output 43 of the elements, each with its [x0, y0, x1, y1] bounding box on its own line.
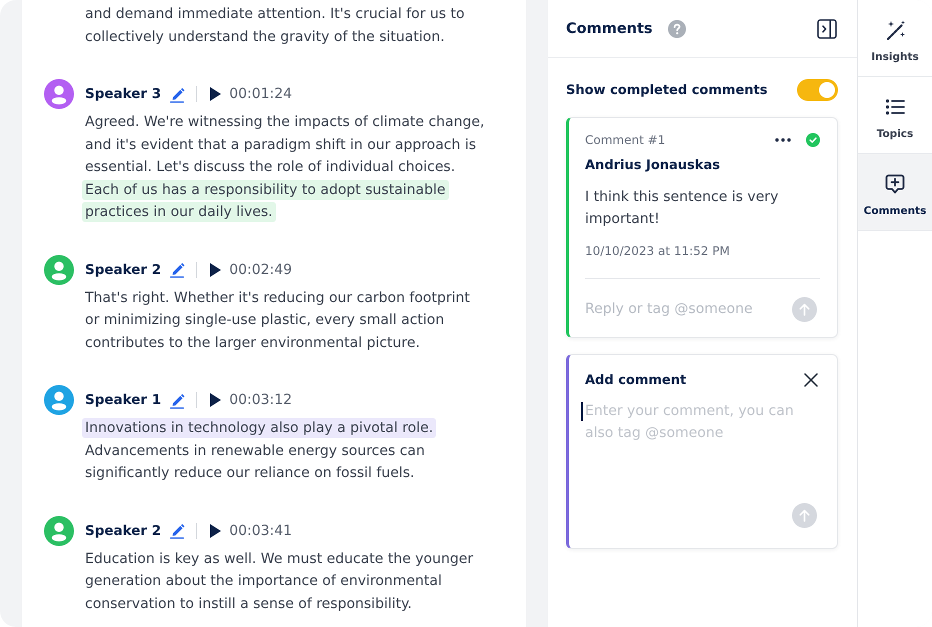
- speaker-name: Speaker 2: [85, 522, 162, 538]
- play-icon[interactable]: [210, 393, 222, 407]
- more-options-icon[interactable]: [775, 138, 791, 142]
- check-circle-icon[interactable]: [806, 133, 820, 147]
- play-icon[interactable]: [210, 87, 222, 101]
- transcript-text: and demand immediate attention. It's crucial for us to collectively understand the gravity of the situation.: [85, 6, 465, 44]
- toggle-label: Show completed comments: [566, 82, 768, 98]
- timestamp: 00:03:12: [229, 392, 292, 408]
- speaker-name: Speaker 1: [85, 392, 162, 408]
- pencil-icon[interactable]: [169, 392, 186, 408]
- comment-input[interactable]: Enter your comment, you can also tag @someone: [585, 400, 820, 490]
- timestamp: 00:01:24: [229, 86, 292, 102]
- comment-author: Andrius Jonauskas: [585, 157, 721, 175]
- magic-wand-icon: [884, 19, 906, 41]
- panel-collapse-icon[interactable]: [817, 18, 837, 38]
- comment-number: Comment #1: [585, 133, 666, 147]
- play-icon[interactable]: [210, 524, 222, 538]
- close-icon[interactable]: [804, 373, 818, 387]
- arrow-up-icon: [799, 509, 810, 522]
- transcript-text: Education is key as well. We must educate the younger generation about the importance of environmental conservation to instill a sense of responsibility.: [85, 550, 474, 612]
- speaker-name: Speaker 2: [85, 262, 162, 278]
- speaker-name: Speaker 3: [85, 86, 162, 102]
- arrow-up-icon: [799, 302, 810, 316]
- panel-title: Comments: [566, 20, 653, 36]
- reply-field[interactable]: Reply or tag @someone: [585, 297, 792, 321]
- comment-plus-icon: [884, 173, 906, 195]
- sidebar-tab[interactable]: Insights: [858, 0, 932, 77]
- new-comment-box[interactable]: Add comment Enter your comment, you can also tag @someone: [566, 354, 838, 549]
- comment-text: I think this sentence is very important!: [585, 188, 780, 229]
- play-icon[interactable]: [210, 262, 222, 276]
- card-title: Add comment: [585, 372, 686, 388]
- transcript-text: Agreed. We're witnessing the impacts of climate change, and it's evident that a paradigm shift in our approach is essential. Let's discuss the role of individual choices.: [85, 114, 484, 175]
- pencil-icon[interactable]: [169, 522, 186, 539]
- toggle-switch[interactable]: [797, 79, 838, 101]
- pencil-icon[interactable]: [169, 261, 186, 278]
- transcript-text: That's right. Whether it's reducing our carbon footprint or minimizing single-use plastic, every small action contributes to the larger environmental picture.: [85, 290, 470, 350]
- pencil-icon[interactable]: [169, 86, 186, 102]
- sidebar-tab[interactable]: Comments: [858, 154, 932, 231]
- timestamp: 00:03:41: [229, 522, 292, 538]
- highlighted-text: Innovations in technology also play a pivotal role.: [85, 417, 436, 440]
- timestamp: 00:02:49: [229, 262, 292, 278]
- transcript-text: Advancements in renewable energy sources can significantly reduce our reliance on fossil fuels.: [85, 442, 425, 481]
- comment-date: 10/10/2023 at 11:52 PM: [585, 243, 731, 260]
